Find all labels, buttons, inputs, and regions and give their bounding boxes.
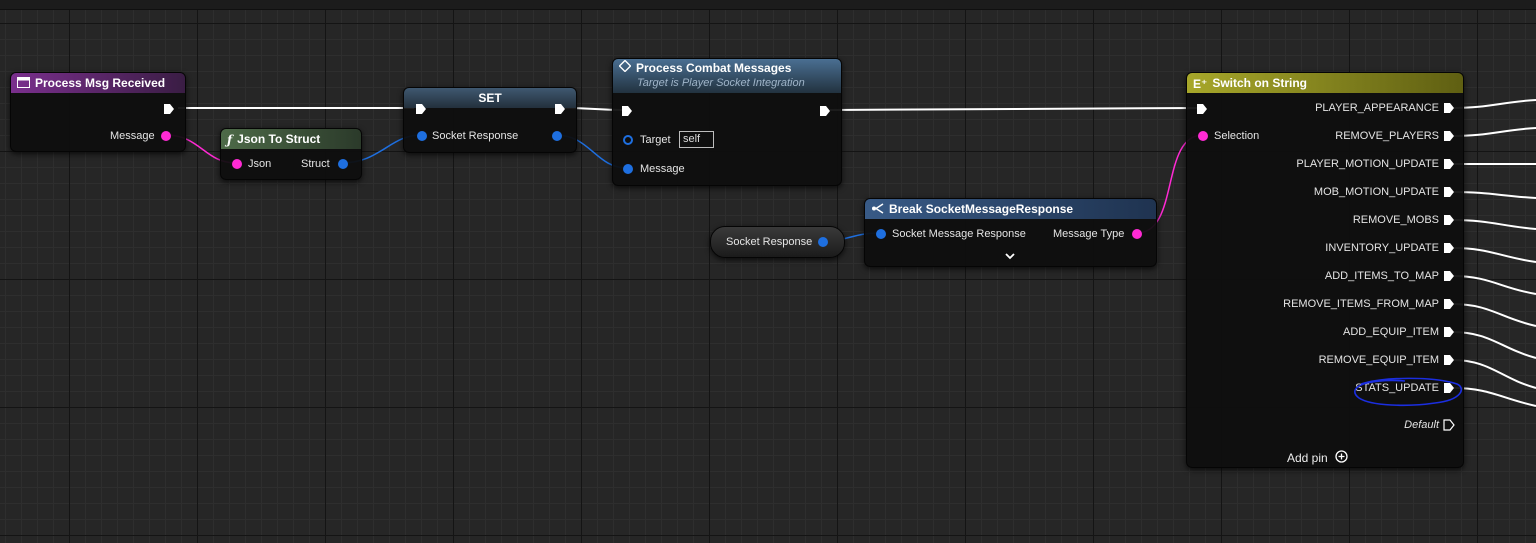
string-in-pin[interactable] (232, 159, 242, 169)
pin-label: Message Type (1053, 228, 1125, 240)
function-icon: ƒ (227, 132, 233, 147)
switch-output-wires (1451, 99, 1536, 407)
exec-out-pin-case[interactable] (1443, 186, 1455, 198)
node-header: Process Combat Messages Target is Player… (613, 59, 841, 93)
add-pin-label: Add pin (1287, 451, 1328, 465)
exec-wire (829, 107, 1201, 111)
object-in-pin[interactable] (623, 135, 633, 145)
node-header: ƒ Json To Struct (221, 129, 361, 149)
node-title: Process Combat Messages (636, 61, 792, 75)
node-subtitle: Target is Player Socket Integration (637, 77, 805, 90)
struct-out-pin[interactable] (818, 237, 828, 247)
node-title: Break SocketMessageResponse (889, 202, 1074, 216)
exec-out-pin-case[interactable] (1443, 326, 1455, 338)
add-pin-icon (1335, 450, 1348, 467)
break-struct-node[interactable]: Break SocketMessageResponse Socket Messa… (864, 198, 1157, 267)
node-title: Process Msg Received (35, 76, 166, 90)
exec-in-pin[interactable] (621, 105, 633, 117)
pin-label: Message (110, 130, 155, 142)
pin-label: Socket Response (432, 130, 519, 142)
switch-on-string-node[interactable]: E⁺ Switch on String Selection PLAYER_APPE… (1186, 72, 1464, 468)
struct-out-pin[interactable] (552, 131, 562, 141)
pin-label: Target (640, 134, 671, 146)
node-header: Break SocketMessageResponse (865, 199, 1156, 219)
pin-label: Message (640, 163, 685, 175)
string-out-pin[interactable] (1132, 229, 1142, 239)
switch-case-label: PLAYER_MOTION_UPDATE (1296, 158, 1439, 170)
pin-label: Socket Message Response (892, 228, 1026, 240)
node-title: Json To Struct (237, 132, 321, 146)
node-title: Switch on String (1212, 76, 1308, 90)
exec-out-pin-default[interactable] (1443, 419, 1455, 431)
exec-out-pin-case[interactable] (1443, 158, 1455, 170)
hand-drawn-annotation-circle (1354, 377, 1462, 407)
switch-case-label: ADD_EQUIP_ITEM (1343, 326, 1439, 338)
node-header: E⁺ Switch on String (1187, 73, 1463, 93)
exec-out-pin[interactable] (819, 105, 831, 117)
variable-getter-socket-response[interactable]: Socket Response (710, 226, 845, 258)
switch-case-label: REMOVE_EQUIP_ITEM (1318, 354, 1439, 366)
function-call-node-process-combat-messages[interactable]: Process Combat Messages Target is Player… (612, 58, 842, 186)
exec-in-pin[interactable] (1196, 103, 1208, 115)
node-header: Process Msg Received (11, 73, 185, 93)
exec-out-pin-case[interactable] (1443, 242, 1455, 254)
event-node-process-msg-received[interactable]: Process Msg Received Message (10, 72, 186, 152)
struct-in-pin[interactable] (417, 131, 427, 141)
variable-label: Socket Response (726, 236, 813, 248)
set-variable-node[interactable]: SET Socket Response (403, 87, 577, 153)
switch-case-label: PLAYER_APPEARANCE (1315, 102, 1439, 114)
struct-out-pin[interactable] (338, 159, 348, 169)
break-struct-icon (871, 200, 884, 220)
chevron-down-icon[interactable] (1004, 249, 1016, 261)
exec-out-pin-case[interactable] (1443, 298, 1455, 310)
switch-case-label: INVENTORY_UPDATE (1325, 242, 1439, 254)
exec-out-pin-case[interactable] (1443, 354, 1455, 366)
switch-case-label: MOB_MOTION_UPDATE (1313, 186, 1439, 198)
exec-in-pin[interactable] (415, 103, 427, 115)
pin-label: Selection (1214, 130, 1260, 142)
string-in-pin[interactable] (1198, 131, 1208, 141)
function-node-json-to-struct[interactable]: ƒ Json To Struct Json Struct (220, 128, 362, 180)
target-self-field[interactable]: self (679, 131, 714, 148)
switch-case-label: REMOVE_ITEMS_FROM_MAP (1283, 298, 1439, 310)
struct-in-pin[interactable] (876, 229, 886, 239)
add-pin-button[interactable]: Add pin (1287, 450, 1348, 466)
default-pin-label: Default (1404, 419, 1439, 431)
switch-case-label: ADD_ITEMS_TO_MAP (1324, 270, 1439, 282)
function-call-icon (618, 59, 632, 77)
exec-out-pin-case[interactable] (1443, 270, 1455, 282)
exec-out-pin-case[interactable] (1443, 102, 1455, 114)
pin-label: Json (248, 158, 272, 170)
node-title: SET (478, 91, 502, 105)
exec-out-pin[interactable] (163, 103, 175, 115)
string-out-pin[interactable] (161, 131, 171, 141)
switch-case-label: REMOVE_PLAYERS (1335, 130, 1439, 142)
exec-out-pin-case[interactable] (1443, 214, 1455, 226)
struct-in-pin[interactable] (623, 164, 633, 174)
exec-out-pin[interactable] (554, 103, 566, 115)
exec-out-pin-case[interactable] (1443, 130, 1455, 142)
switch-icon: E⁺ (1193, 76, 1208, 91)
event-node-icon (17, 74, 30, 94)
pin-label: Struct (301, 158, 330, 170)
switch-case-label: REMOVE_MOBS (1352, 214, 1439, 226)
node-header: SET (404, 88, 576, 108)
